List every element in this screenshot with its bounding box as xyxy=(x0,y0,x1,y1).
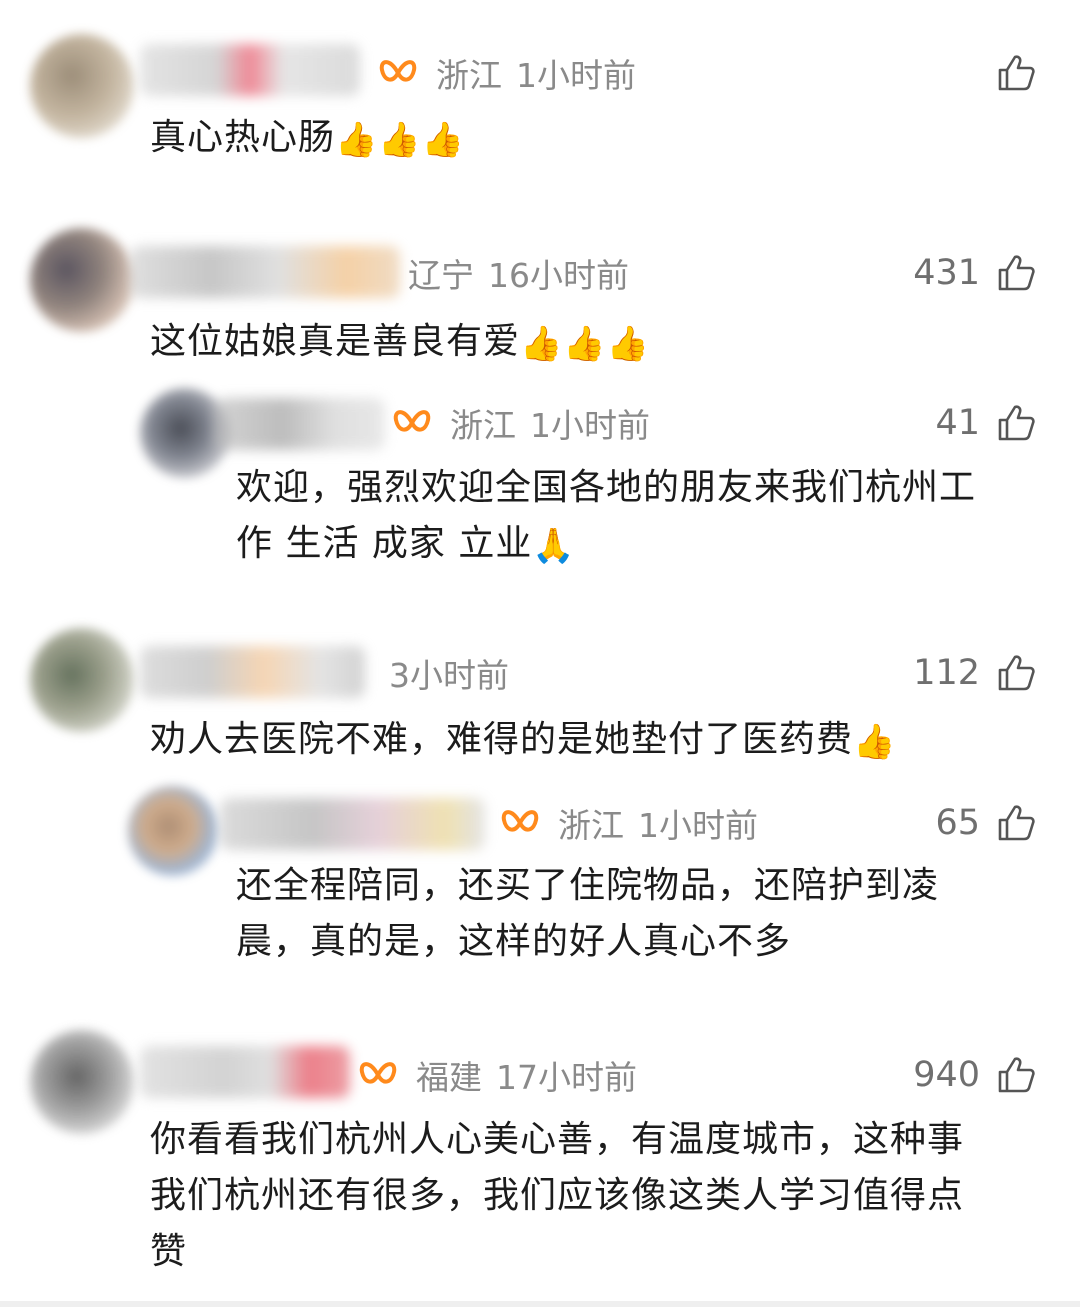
location-label: 浙江 xyxy=(450,406,516,445)
location-label: 浙江 xyxy=(436,56,502,95)
time-label: 17小时前 xyxy=(496,1058,637,1097)
thumb-up-icon xyxy=(996,803,1036,843)
reply-meta: 浙江 1小时前 xyxy=(392,398,650,448)
comment-meta: 3小时前 xyxy=(375,648,509,698)
comment-text: 你看看我们杭州人心美心善，有温度城市，这种事 我们杭州还有很多，我们应该像这类人… xyxy=(150,1119,965,1272)
avatar[interactable] xyxy=(30,1030,134,1134)
comment-meta: 福建 17小时前 xyxy=(358,1050,637,1100)
username-blurred[interactable] xyxy=(130,246,400,298)
reply-meta: 浙江 1小时前 xyxy=(500,798,758,848)
divider xyxy=(0,1301,1080,1307)
like-count: 41 xyxy=(935,403,980,443)
comment-text: 真心热心肠👍👍👍 xyxy=(150,110,465,168)
location-label: 辽宁 xyxy=(408,256,474,295)
thumb-up-icon xyxy=(996,403,1036,443)
time-label: 3小时前 xyxy=(389,656,509,695)
time-label: 16小时前 xyxy=(488,256,629,295)
reply-like-button[interactable]: 41 xyxy=(935,398,1036,448)
like-count: 112 xyxy=(913,653,980,693)
username-blurred[interactable] xyxy=(140,646,365,698)
thumb-up-icon xyxy=(996,253,1036,293)
username-blurred[interactable] xyxy=(140,44,360,96)
time-label: 1小时前 xyxy=(516,56,636,95)
reply-text: 欢迎，强烈欢迎全国各地的朋友来我们杭州工 作 生活 成家 立业🙏 xyxy=(236,460,976,574)
like-button[interactable]: 431 xyxy=(913,248,1036,298)
thumb-up-icon xyxy=(996,653,1036,693)
like-button[interactable]: 940 xyxy=(913,1050,1036,1100)
butterfly-badge-icon xyxy=(378,53,418,93)
butterfly-badge-icon xyxy=(392,403,432,443)
praying-hands-emoji-icon: 🙏 xyxy=(532,526,576,566)
like-count: 431 xyxy=(913,253,980,293)
like-count: 940 xyxy=(913,1055,980,1095)
thumbs-up-emoji-icon: 👍👍👍 xyxy=(335,120,466,160)
reply-username-blurred[interactable] xyxy=(215,398,385,450)
username-blurred[interactable] xyxy=(140,1046,350,1098)
reply-like-button[interactable]: 65 xyxy=(935,798,1036,848)
thumbs-up-emoji-icon: 👍 xyxy=(853,722,897,762)
avatar[interactable] xyxy=(30,34,134,138)
location-label: 福建 xyxy=(416,1058,482,1097)
reply-text: 还全程陪同，还买了住院物品，还陪护到凌 晨，真的是，这样的好人真心不多 xyxy=(236,865,940,962)
location-label: 浙江 xyxy=(558,806,624,845)
comment-meta: 浙江 1小时前 xyxy=(378,48,636,98)
butterfly-badge-icon xyxy=(358,1055,398,1095)
avatar[interactable] xyxy=(30,628,134,732)
reply-username-blurred[interactable] xyxy=(220,798,485,850)
butterfly-badge-icon xyxy=(500,803,540,843)
like-count: 65 xyxy=(935,803,980,843)
like-button[interactable] xyxy=(980,48,1036,98)
thumb-up-icon xyxy=(996,53,1036,93)
comment-thread: 浙江 1小时前 真心热心肠👍👍👍 辽宁 16小时前 431 这位姑娘真是善良有爱… xyxy=(0,0,1080,1307)
comment-text: 这位姑娘真是善良有爱👍👍👍 xyxy=(150,314,650,372)
like-button[interactable]: 112 xyxy=(913,648,1036,698)
reply-avatar[interactable] xyxy=(128,786,218,876)
thumbs-up-emoji-icon: 👍👍👍 xyxy=(520,324,651,364)
thumb-up-icon xyxy=(996,1055,1036,1095)
time-label: 1小时前 xyxy=(638,806,758,845)
avatar[interactable] xyxy=(30,228,134,332)
comment-meta: 辽宁 16小时前 xyxy=(408,248,629,298)
time-label: 1小时前 xyxy=(530,406,650,445)
comment-text: 劝人去医院不难，难得的是她垫付了医药费👍 xyxy=(150,712,896,770)
